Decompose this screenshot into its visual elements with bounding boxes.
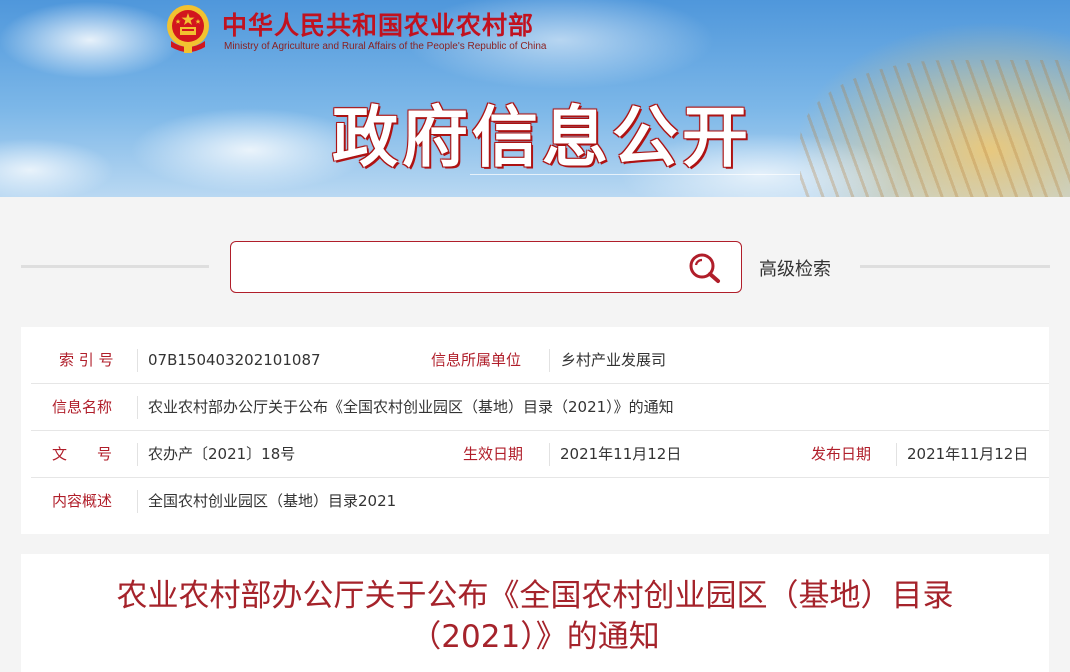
summary-value: 全国农村创业园区（基地）目录2021: [148, 492, 397, 510]
search-box[interactable]: [230, 241, 742, 293]
row-separator: [137, 396, 138, 419]
info-table: 索 引 号 07B150403202101087 信息所属单位 乡村产业发展司 …: [21, 327, 1049, 534]
search-input[interactable]: [243, 252, 673, 284]
publish-date-value: 2021年11月12日: [907, 445, 1029, 463]
row-separator: [137, 443, 138, 466]
unit-value: 乡村产业发展司: [561, 351, 667, 369]
doc-no-label: 文 号: [52, 445, 113, 463]
doc-no-value: 农办产〔2021〕18号: [148, 445, 296, 463]
advanced-search-link[interactable]: 高级检索: [759, 255, 831, 281]
row-separator: [137, 349, 138, 372]
index-label: 索 引 号: [59, 351, 114, 369]
search-divider-left: [21, 265, 209, 268]
article-panel: 农业农村部办公厅关于公布《全国农村创业园区（基地）目录 （2021）》的通知: [21, 554, 1049, 672]
info-row-docno: 文 号 农办产〔2021〕18号 生效日期 2021年11月12日 发布日期 2…: [31, 431, 1049, 478]
ministry-name-cn: 中华人民共和国农业农村部: [222, 11, 535, 40]
info-row-name: 信息名称 农业农村部办公厅关于公布《全国农村创业园区（基地）目录（2021）》的…: [31, 384, 1049, 431]
banner-divider: [470, 174, 800, 175]
info-row-summary: 内容概述 全国农村创业园区（基地）目录2021: [31, 478, 1049, 525]
row-separator: [137, 490, 138, 513]
search-icon[interactable]: [686, 252, 722, 284]
national-emblem-icon: [167, 5, 209, 53]
article-title-line-2: （2021）》的通知: [410, 619, 660, 655]
unit-label: 信息所属单位: [431, 351, 522, 369]
wheat-decoration: [800, 60, 1070, 197]
effective-date-value: 2021年11月12日: [560, 445, 682, 463]
name-value: 农业农村部办公厅关于公布《全国农村创业园区（基地）目录（2021）》的通知: [148, 398, 674, 416]
info-row-index: 索 引 号 07B150403202101087 信息所属单位 乡村产业发展司: [31, 337, 1049, 384]
ministry-name-en: Ministry of Agriculture and Rural Affair…: [224, 41, 547, 52]
summary-label: 内容概述: [52, 492, 113, 510]
banner-title: 政府信息公开: [332, 99, 752, 176]
index-value: 07B150403202101087: [148, 351, 321, 369]
page-banner: 中华人民共和国农业农村部 Ministry of Agriculture and…: [0, 0, 1070, 197]
name-label: 信息名称: [52, 398, 113, 416]
search-divider-right: [860, 265, 1050, 268]
publish-date-label: 发布日期: [811, 445, 872, 463]
row-separator: [549, 349, 550, 372]
row-separator: [896, 443, 897, 466]
article-title-line-1: 农业农村部办公厅关于公布《全国农村创业园区（基地）目录: [116, 578, 954, 614]
effective-date-label: 生效日期: [463, 445, 524, 463]
row-separator: [549, 443, 550, 466]
article-title: 农业农村部办公厅关于公布《全国农村创业园区（基地）目录 （2021）》的通知: [61, 576, 1009, 658]
search-section: 高级检索: [0, 197, 1070, 327]
